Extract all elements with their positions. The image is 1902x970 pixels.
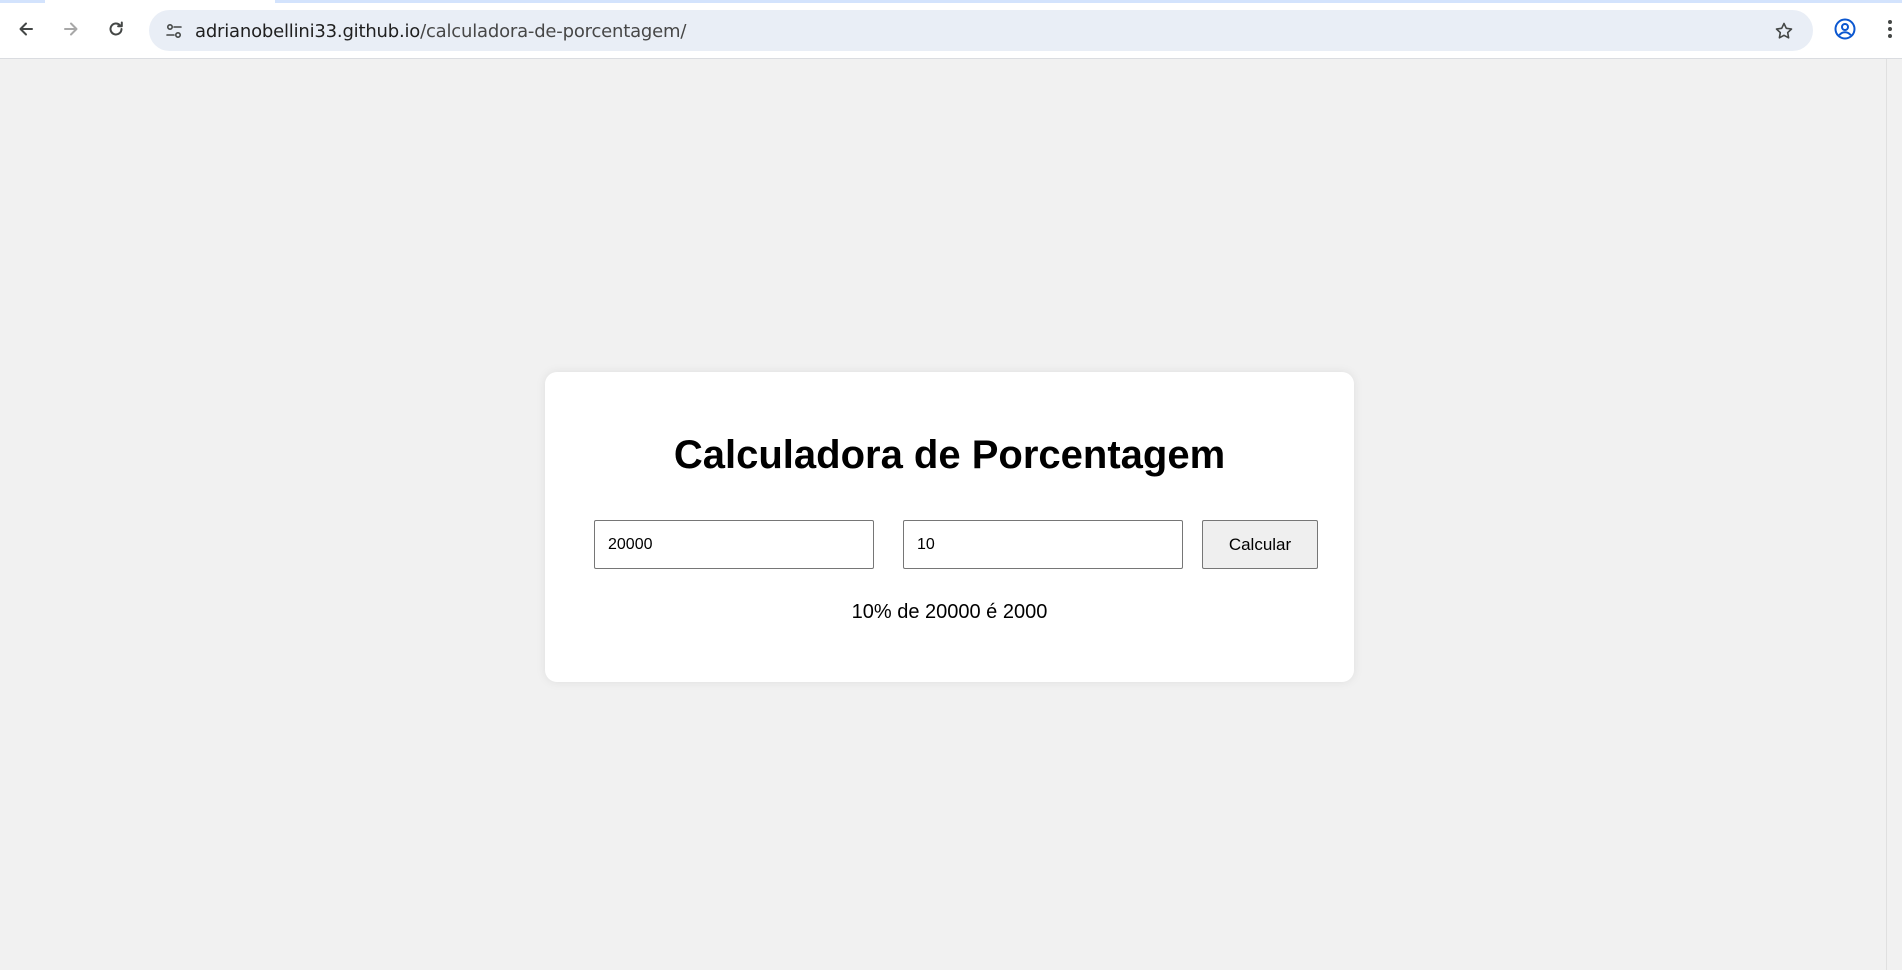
browser-menu-button[interactable] — [1878, 12, 1902, 46]
active-tab-edge — [45, 0, 275, 3]
percent-input[interactable] — [903, 520, 1183, 569]
calculator-card: Calculadora de Porcentagem Calcular 10% … — [545, 372, 1354, 682]
value-input[interactable] — [594, 520, 874, 569]
page-title: Calculadora de Porcentagem — [673, 433, 1226, 477]
forward-arrow-icon — [64, 22, 78, 36]
address-bar[interactable]: adrianobellini33.github.io/calculadora-d… — [149, 10, 1813, 51]
back-arrow-icon — [19, 22, 33, 36]
profile-button[interactable] — [1828, 12, 1862, 46]
reload-icon — [109, 21, 123, 36]
kebab-menu-icon — [1888, 20, 1892, 38]
back-button[interactable] — [8, 11, 44, 47]
calculate-button[interactable]: Calcular — [1202, 520, 1318, 569]
browser-toolbar: adrianobellini33.github.io/calculadora-d… — [0, 0, 1902, 59]
forward-button[interactable] — [53, 11, 89, 47]
reload-button[interactable] — [98, 11, 134, 47]
profile-icon — [1834, 18, 1856, 40]
url-host: adrianobellini33.github.io — [195, 21, 421, 42]
bookmark-button[interactable] — [1769, 16, 1799, 46]
site-info-button[interactable] — [159, 16, 189, 46]
result-text: 10% de 20000 é 2000 — [851, 601, 1048, 623]
site-info-icon — [166, 23, 182, 39]
star-icon — [1775, 22, 1793, 39]
tab-strip — [0, 0, 1902, 3]
url-path: /calculadora-de-porcentagem/ — [420, 21, 687, 42]
url-text[interactable]: adrianobellini33.github.io/calculadora-d… — [195, 21, 686, 42]
page-scrollbar[interactable] — [1886, 59, 1902, 970]
